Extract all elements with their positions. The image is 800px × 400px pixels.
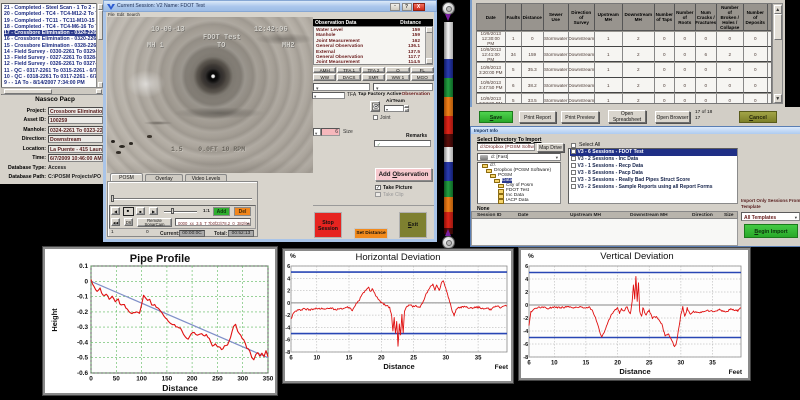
svg-text:-0.4: -0.4 (77, 339, 88, 346)
svg-text:200: 200 (187, 376, 198, 383)
svg-text:35: 35 (475, 356, 482, 362)
svg-text:30: 30 (678, 361, 685, 367)
svg-text:6: 6 (525, 264, 528, 270)
svg-text:Feet: Feet (495, 364, 509, 371)
svg-text:Vertical Deviation: Vertical Deviation (600, 251, 673, 262)
svg-text:%: % (290, 253, 296, 260)
svg-text:%: % (528, 253, 534, 260)
svg-text:0.1: 0.1 (79, 263, 88, 270)
svg-text:-4: -4 (285, 325, 291, 331)
svg-text:0: 0 (287, 301, 290, 307)
svg-text:150: 150 (162, 376, 173, 383)
svg-text:4: 4 (525, 277, 529, 283)
svg-text:100: 100 (136, 376, 147, 383)
svg-text:-0.6: -0.6 (77, 370, 88, 377)
svg-text:-2: -2 (285, 313, 290, 319)
svg-text:2: 2 (525, 290, 528, 296)
svg-text:Feet: Feet (729, 369, 743, 376)
svg-text:6: 6 (527, 361, 531, 367)
svg-text:-0.3: -0.3 (77, 324, 88, 331)
svg-text:-6: -6 (285, 338, 290, 344)
svg-text:-2: -2 (523, 316, 528, 322)
svg-text:15: 15 (583, 361, 590, 367)
svg-text:350: 350 (263, 376, 274, 383)
svg-text:25: 25 (410, 356, 417, 362)
svg-text:50: 50 (113, 376, 121, 383)
svg-text:20: 20 (378, 356, 385, 362)
svg-text:25: 25 (646, 361, 653, 367)
svg-text:15: 15 (346, 356, 353, 362)
svg-text:Distance: Distance (383, 362, 414, 371)
svg-text:0: 0 (89, 376, 93, 383)
svg-text:30: 30 (442, 356, 449, 362)
svg-text:6: 6 (289, 356, 293, 362)
svg-text:20: 20 (614, 361, 621, 367)
svg-text:35: 35 (709, 361, 716, 367)
svg-text:10: 10 (313, 356, 320, 362)
svg-text:Distance: Distance (162, 383, 198, 393)
svg-text:-0.2: -0.2 (77, 309, 88, 316)
svg-text:-0.5: -0.5 (77, 355, 88, 362)
svg-text:10: 10 (551, 361, 558, 367)
svg-text:Pipe Profile: Pipe Profile (130, 253, 191, 265)
svg-text:Distance: Distance (619, 367, 650, 376)
svg-text:-0.1: -0.1 (77, 294, 88, 301)
svg-text:-6: -6 (523, 342, 528, 348)
svg-text:0: 0 (84, 278, 88, 285)
svg-text:300: 300 (237, 376, 248, 383)
svg-text:Horizontal Deviation: Horizontal Deviation (355, 252, 440, 263)
svg-text:Height: Height (50, 308, 59, 332)
svg-text:6: 6 (287, 264, 290, 270)
svg-text:250: 250 (212, 376, 223, 383)
svg-text:0: 0 (525, 303, 528, 309)
svg-text:-4: -4 (523, 329, 529, 335)
svg-text:4: 4 (287, 276, 291, 282)
svg-text:2: 2 (287, 289, 290, 295)
